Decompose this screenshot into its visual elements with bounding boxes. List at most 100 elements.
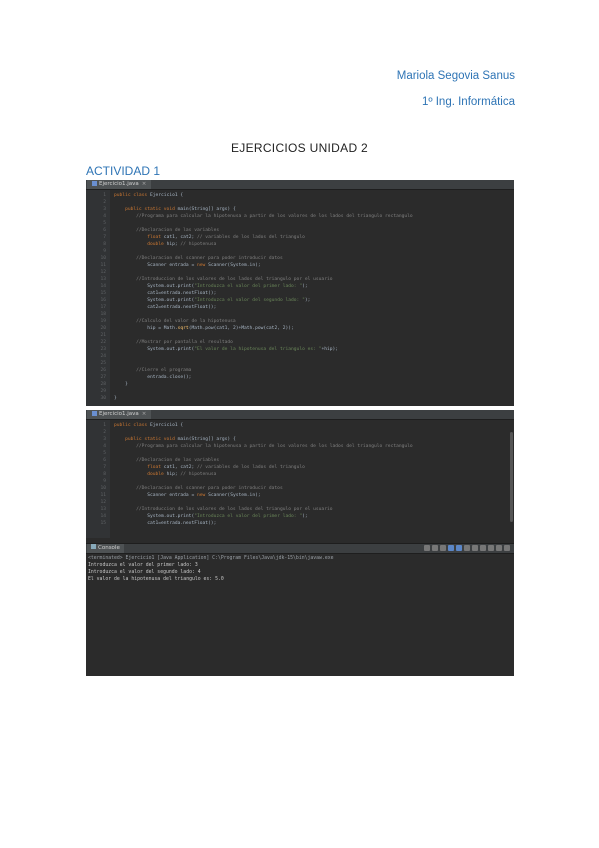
code-token: hip;	[166, 472, 181, 477]
line-number: 13	[100, 507, 106, 512]
code-token: float	[114, 465, 164, 470]
code-line: 14 System.out.print("Introduzca el valor…	[86, 283, 514, 290]
code-token: //Declaracion del scanner para poder int…	[114, 256, 283, 261]
document-title: EJERCICIOS UNIDAD 2	[230, 141, 369, 155]
code-line: 2	[86, 429, 514, 436]
line-number: 27	[100, 375, 106, 380]
code-token: //Cierre el programa	[114, 368, 192, 373]
code-token: public class	[114, 423, 150, 428]
editor-tab-label: Ejercicio1.java	[99, 411, 139, 417]
code-token: public static void	[114, 437, 178, 442]
line-number: 22	[100, 340, 106, 345]
code-line: 7 float cat1, cat2; // variables de los …	[86, 464, 514, 471]
close-icon[interactable]: ×	[142, 411, 147, 417]
line-number: 17	[100, 305, 106, 310]
code-line: 23 System.out.print("El valor de la hipo…	[86, 346, 514, 353]
code-token: double	[114, 242, 167, 247]
line-number: 24	[100, 354, 106, 359]
line-number: 9	[103, 479, 106, 484]
line-number: 20	[100, 326, 106, 331]
code-line: 26 //Cierre el programa	[86, 367, 514, 374]
editor-tab[interactable]: Ejercicio1.java ×	[87, 410, 152, 419]
code-line: 25	[86, 360, 514, 367]
code-line: 12	[86, 269, 514, 276]
minimize-icon[interactable]	[496, 545, 502, 551]
close-icon[interactable]: ×	[142, 181, 147, 187]
line-number: 7	[103, 235, 106, 240]
code-token: double	[114, 472, 167, 477]
line-number: 1	[103, 423, 106, 428]
code-token: +hip);	[321, 347, 339, 352]
console-line: Introduzca el valor del segundo lado: 4	[88, 570, 201, 575]
code-line: 24	[86, 353, 514, 360]
line-number: 5	[103, 221, 106, 226]
open-console-icon[interactable]	[488, 545, 494, 551]
code-token: Ejercicio1 {	[149, 193, 184, 198]
code-area[interactable]: 1 public class Ejercicio1 {2 3 public stat…	[86, 420, 514, 543]
code-line: 1 public class Ejercicio1 {	[86, 192, 514, 199]
scroll-lock-icon[interactable]	[456, 545, 462, 551]
code-token: sqrt	[177, 326, 189, 331]
display-console-icon[interactable]	[480, 545, 486, 551]
remove-all-icon[interactable]	[440, 545, 446, 551]
code-line: 15 cat1=entrada.nextFloat();	[86, 290, 514, 297]
code-line: 15 cat1=entrada.nextFloat();	[86, 520, 514, 527]
code-token: Scanner(System.in);	[208, 493, 261, 498]
code-line: 5	[86, 450, 514, 457]
code-line: 3 public static void main(String[] args)…	[86, 436, 514, 443]
code-token: System.out.print(	[114, 347, 195, 352]
code-token: // hipotenusa	[180, 472, 217, 477]
line-number: 5	[103, 451, 106, 456]
pin-console-icon[interactable]	[472, 545, 478, 551]
line-number: 9	[103, 249, 106, 254]
code-token: public static void	[114, 207, 178, 212]
line-number: 2	[103, 430, 106, 435]
code-token: entrada.close();	[114, 375, 192, 380]
code-token: );	[302, 514, 308, 519]
word-wrap-icon[interactable]	[464, 545, 470, 551]
code-token: cat1, cat2;	[163, 235, 197, 240]
editor-tabbar: Ejercicio1.java ×	[86, 410, 514, 420]
code-line: 19 //Calculo del valor de la hipotenusa	[86, 318, 514, 325]
code-token: Scanner entrada =	[114, 263, 197, 268]
code-line: 21	[86, 332, 514, 339]
code-token: // variables de los lados del triangulo	[197, 465, 305, 470]
code-token: //Programa para calcular la hipotenusa a…	[114, 444, 413, 449]
console-line: El valor de la hipotenusa del triangulo …	[88, 577, 224, 582]
remove-launch-icon[interactable]	[432, 545, 438, 551]
line-number: 19	[100, 319, 106, 324]
code-token: cat1, cat2;	[163, 465, 197, 470]
line-number: 12	[100, 270, 106, 275]
code-area[interactable]: 1 public class Ejercicio1 { 2 3 public stat…	[86, 190, 514, 402]
code-line: 18	[86, 311, 514, 318]
code-token: // hipotenusa	[180, 242, 217, 247]
terminate-icon[interactable]	[424, 545, 430, 551]
console-toolbar: Console	[86, 543, 514, 554]
code-token: );	[302, 284, 308, 289]
line-number: 23	[100, 347, 106, 352]
code-line: 11 Scanner entrada = new Scanner(System.…	[86, 262, 514, 269]
line-number: 10	[100, 256, 106, 261]
line-number: 15	[100, 521, 106, 526]
code-line: 12	[86, 499, 514, 506]
code-token: hip = Math.	[114, 326, 178, 331]
code-token: //Declaracion del scanner para poder int…	[114, 486, 283, 491]
code-line: 10 //Declaracion del scanner para poder …	[86, 255, 514, 262]
code-line: 3 public static void main(String[] args)…	[86, 206, 514, 213]
code-token: hip;	[166, 242, 181, 247]
line-number: 4	[103, 444, 106, 449]
maximize-icon[interactable]	[504, 545, 510, 551]
line-number: 18	[100, 312, 106, 317]
code-token: //Mostrar por pantalla el resultado	[114, 340, 233, 345]
editor-tab[interactable]: Ejercicio1.java ×	[87, 180, 152, 189]
code-line: 9	[86, 478, 514, 485]
code-token: //Introduccion de los valores de los lad…	[114, 507, 333, 512]
console-tab[interactable]: Console	[87, 544, 124, 553]
console-output: <terminated> Ejercicio1 [Java Applicatio…	[86, 554, 514, 676]
code-token: cat1=entrada.nextFloat();	[114, 521, 217, 526]
line-number: 13	[100, 277, 106, 282]
line-number: 14	[100, 514, 106, 519]
console-terminated-line: <terminated> Ejercicio1 [Java Applicatio…	[88, 556, 334, 561]
code-token: "El valor de la hipotenusa del triangulo…	[194, 347, 322, 352]
clear-console-icon[interactable]	[448, 545, 454, 551]
